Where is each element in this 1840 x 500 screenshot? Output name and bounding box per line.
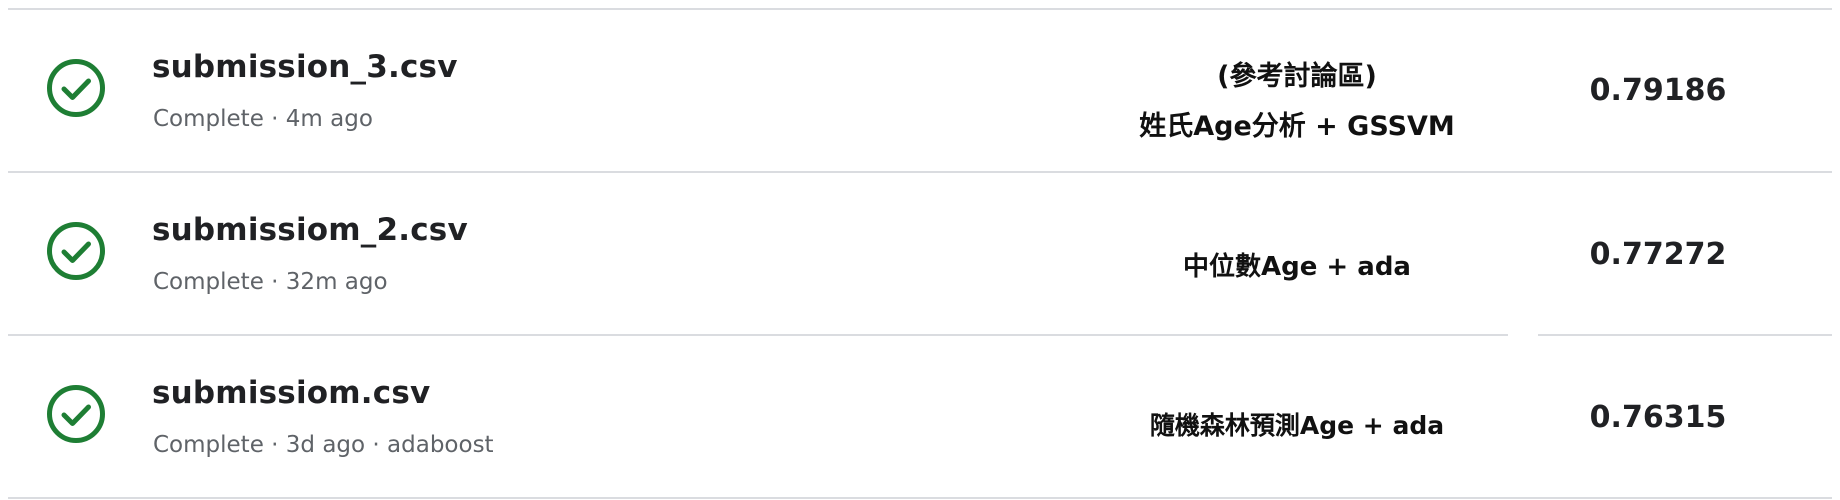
submission-file-name[interactable]: submissiom.csv [152,375,430,411]
meta-separator: · [365,432,388,458]
submission-row[interactable]: submissiom.csv Complete · 3d ago · adabo… [8,333,1832,499]
submission-list: submission_3.csv Complete · 4m ago (參考討論… [8,8,1832,499]
submission-meta: Complete · 3d ago · adaboost [153,432,494,458]
check-circle-icon [45,57,107,119]
submission-meta: Complete · 32m ago [153,269,388,295]
submission-description: (參考討論區) 姓氏Age分析 + GSSVM [1087,52,1507,152]
submission-age: 32m ago [285,269,388,295]
submission-status: Complete [153,432,264,458]
description-line: 隨機森林預測Age + ada [1149,411,1445,440]
description-line: 姓氏Age分析 + GSSVM [1139,111,1455,142]
meta-separator: · [263,106,286,132]
submission-note: adaboost [387,432,494,458]
check-circle-icon [45,220,107,282]
meta-separator: · [263,432,286,458]
meta-separator: · [263,269,286,295]
submission-score: 0.79186 [1589,73,1727,108]
submission-meta: Complete · 4m ago [153,106,373,132]
submission-description: 隨機森林預測Age + ada [1087,411,1507,441]
submission-score: 0.77272 [1589,237,1727,272]
submission-row[interactable]: submission_3.csv Complete · 4m ago (參考討論… [8,8,1832,171]
submission-file-name[interactable]: submissiom_2.csv [152,212,468,248]
description-line: (參考討論區) [1217,61,1377,92]
submission-age: 4m ago [285,106,373,132]
submission-row[interactable]: submissiom_2.csv Complete · 32m ago 中位數A… [8,171,1832,334]
description-line: 中位數Age + ada [1183,252,1411,282]
divider-gap [1508,333,1538,338]
submission-age: 3d ago [285,432,366,458]
submission-score: 0.76315 [1589,400,1727,435]
submission-file-name[interactable]: submission_3.csv [152,49,458,85]
submission-status: Complete [153,269,264,295]
check-circle-icon [45,383,107,445]
submission-description: 中位數Age + ada [1087,252,1507,282]
submission-status: Complete [153,106,264,132]
